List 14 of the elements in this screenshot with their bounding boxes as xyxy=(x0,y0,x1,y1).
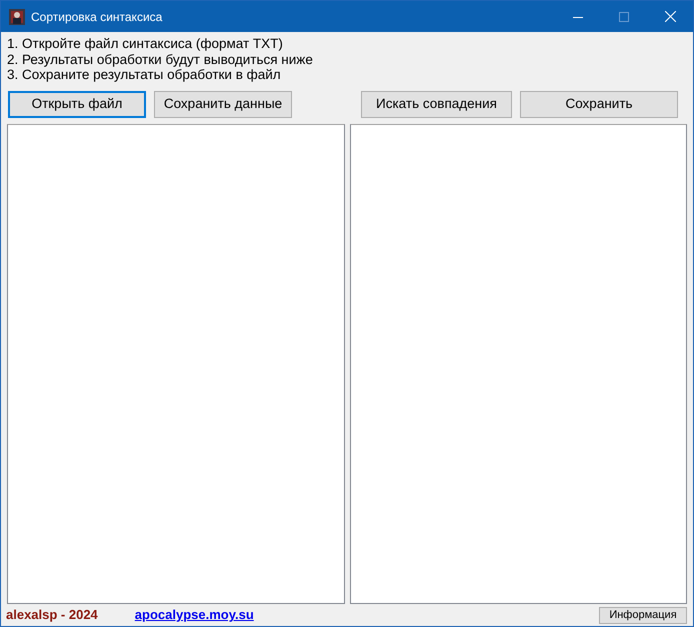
action-button[interactable]: Открыть файл xyxy=(8,90,146,118)
action-button[interactable]: Искать совпадения xyxy=(361,90,512,118)
close-icon[interactable] xyxy=(664,11,676,22)
maximize-icon[interactable] xyxy=(619,12,629,22)
instruction-text: 2. Результаты обработки будут выводиться ниже xyxy=(7,52,314,67)
info-button[interactable]: Информация xyxy=(599,606,687,624)
app-icon xyxy=(9,8,25,24)
author-label: alexalsp - 2024 xyxy=(6,606,98,624)
window-title: Сортировка синтаксиса xyxy=(31,8,162,26)
site-link[interactable]: apocalypse.moy.su xyxy=(134,605,254,625)
instruction-text: 3. Сохраните результаты обработки в файл xyxy=(7,67,282,82)
action-button[interactable]: Сохранить xyxy=(520,90,678,118)
instruction-text: 1. Откройте файл синтаксиса (формат TXT) xyxy=(7,36,284,52)
action-button[interactable]: Сохранить данные xyxy=(154,90,292,118)
